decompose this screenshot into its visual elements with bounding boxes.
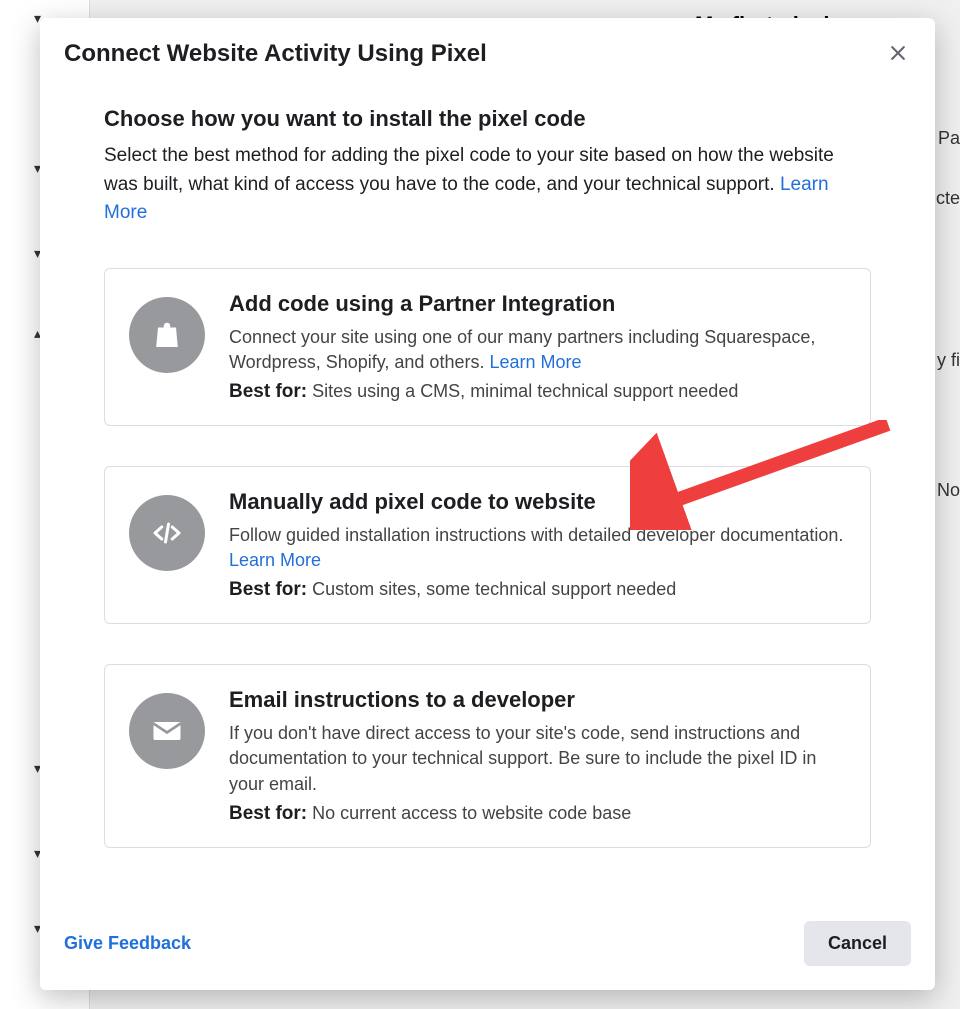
option-learn-more-link[interactable]: Learn More	[489, 352, 581, 372]
give-feedback-link[interactable]: Give Feedback	[64, 933, 191, 954]
option-manual-code[interactable]: Manually add pixel code to website Follo…	[104, 466, 871, 624]
code-icon	[129, 495, 205, 571]
close-button[interactable]	[885, 40, 911, 66]
option-content: Email instructions to a developer If you…	[229, 687, 846, 825]
modal-body: Choose how you want to install the pixel…	[40, 76, 935, 901]
option-desc-text: Follow guided installation instructions …	[229, 525, 843, 545]
close-icon	[888, 43, 908, 63]
option-description: If you don't have direct access to your …	[229, 721, 846, 797]
option-description: Connect your site using one of our many …	[229, 325, 846, 375]
option-desc-text: If you don't have direct access to your …	[229, 723, 816, 793]
option-best-for: Best for: Custom sites, some technical s…	[229, 579, 846, 601]
best-for-text: Sites using a CMS, minimal technical sup…	[307, 381, 738, 401]
option-title: Add code using a Partner Integration	[229, 291, 846, 317]
option-title: Manually add pixel code to website	[229, 489, 846, 515]
intro-description: Select the best method for adding the pi…	[104, 142, 871, 228]
option-partner-integration[interactable]: Add code using a Partner Integration Con…	[104, 268, 871, 426]
best-for-label: Best for:	[229, 381, 307, 402]
best-for-text: Custom sites, some technical support nee…	[307, 579, 676, 599]
option-content: Add code using a Partner Integration Con…	[229, 291, 846, 403]
option-best-for: Best for: No current access to website c…	[229, 803, 846, 825]
option-title: Email instructions to a developer	[229, 687, 846, 713]
option-email-developer[interactable]: Email instructions to a developer If you…	[104, 664, 871, 848]
option-content: Manually add pixel code to website Follo…	[229, 489, 846, 601]
intro-heading: Choose how you want to install the pixel…	[104, 106, 871, 132]
option-description: Follow guided installation instructions …	[229, 523, 846, 573]
modal-header: Connect Website Activity Using Pixel	[40, 18, 935, 76]
modal-backdrop: Connect Website Activity Using Pixel Cho…	[0, 0, 960, 1009]
option-learn-more-link[interactable]: Learn More	[229, 550, 321, 570]
cancel-button[interactable]: Cancel	[804, 921, 911, 966]
option-best-for: Best for: Sites using a CMS, minimal tec…	[229, 381, 846, 403]
mail-icon	[129, 693, 205, 769]
intro-description-text: Select the best method for adding the pi…	[104, 145, 834, 195]
best-for-text: No current access to website code base	[307, 803, 631, 823]
modal-footer: Give Feedback Cancel	[40, 901, 935, 990]
connect-pixel-modal: Connect Website Activity Using Pixel Cho…	[40, 18, 935, 990]
shopping-bag-icon	[129, 297, 205, 373]
modal-title: Connect Website Activity Using Pixel	[64, 40, 487, 68]
best-for-label: Best for:	[229, 803, 307, 824]
best-for-label: Best for:	[229, 579, 307, 600]
